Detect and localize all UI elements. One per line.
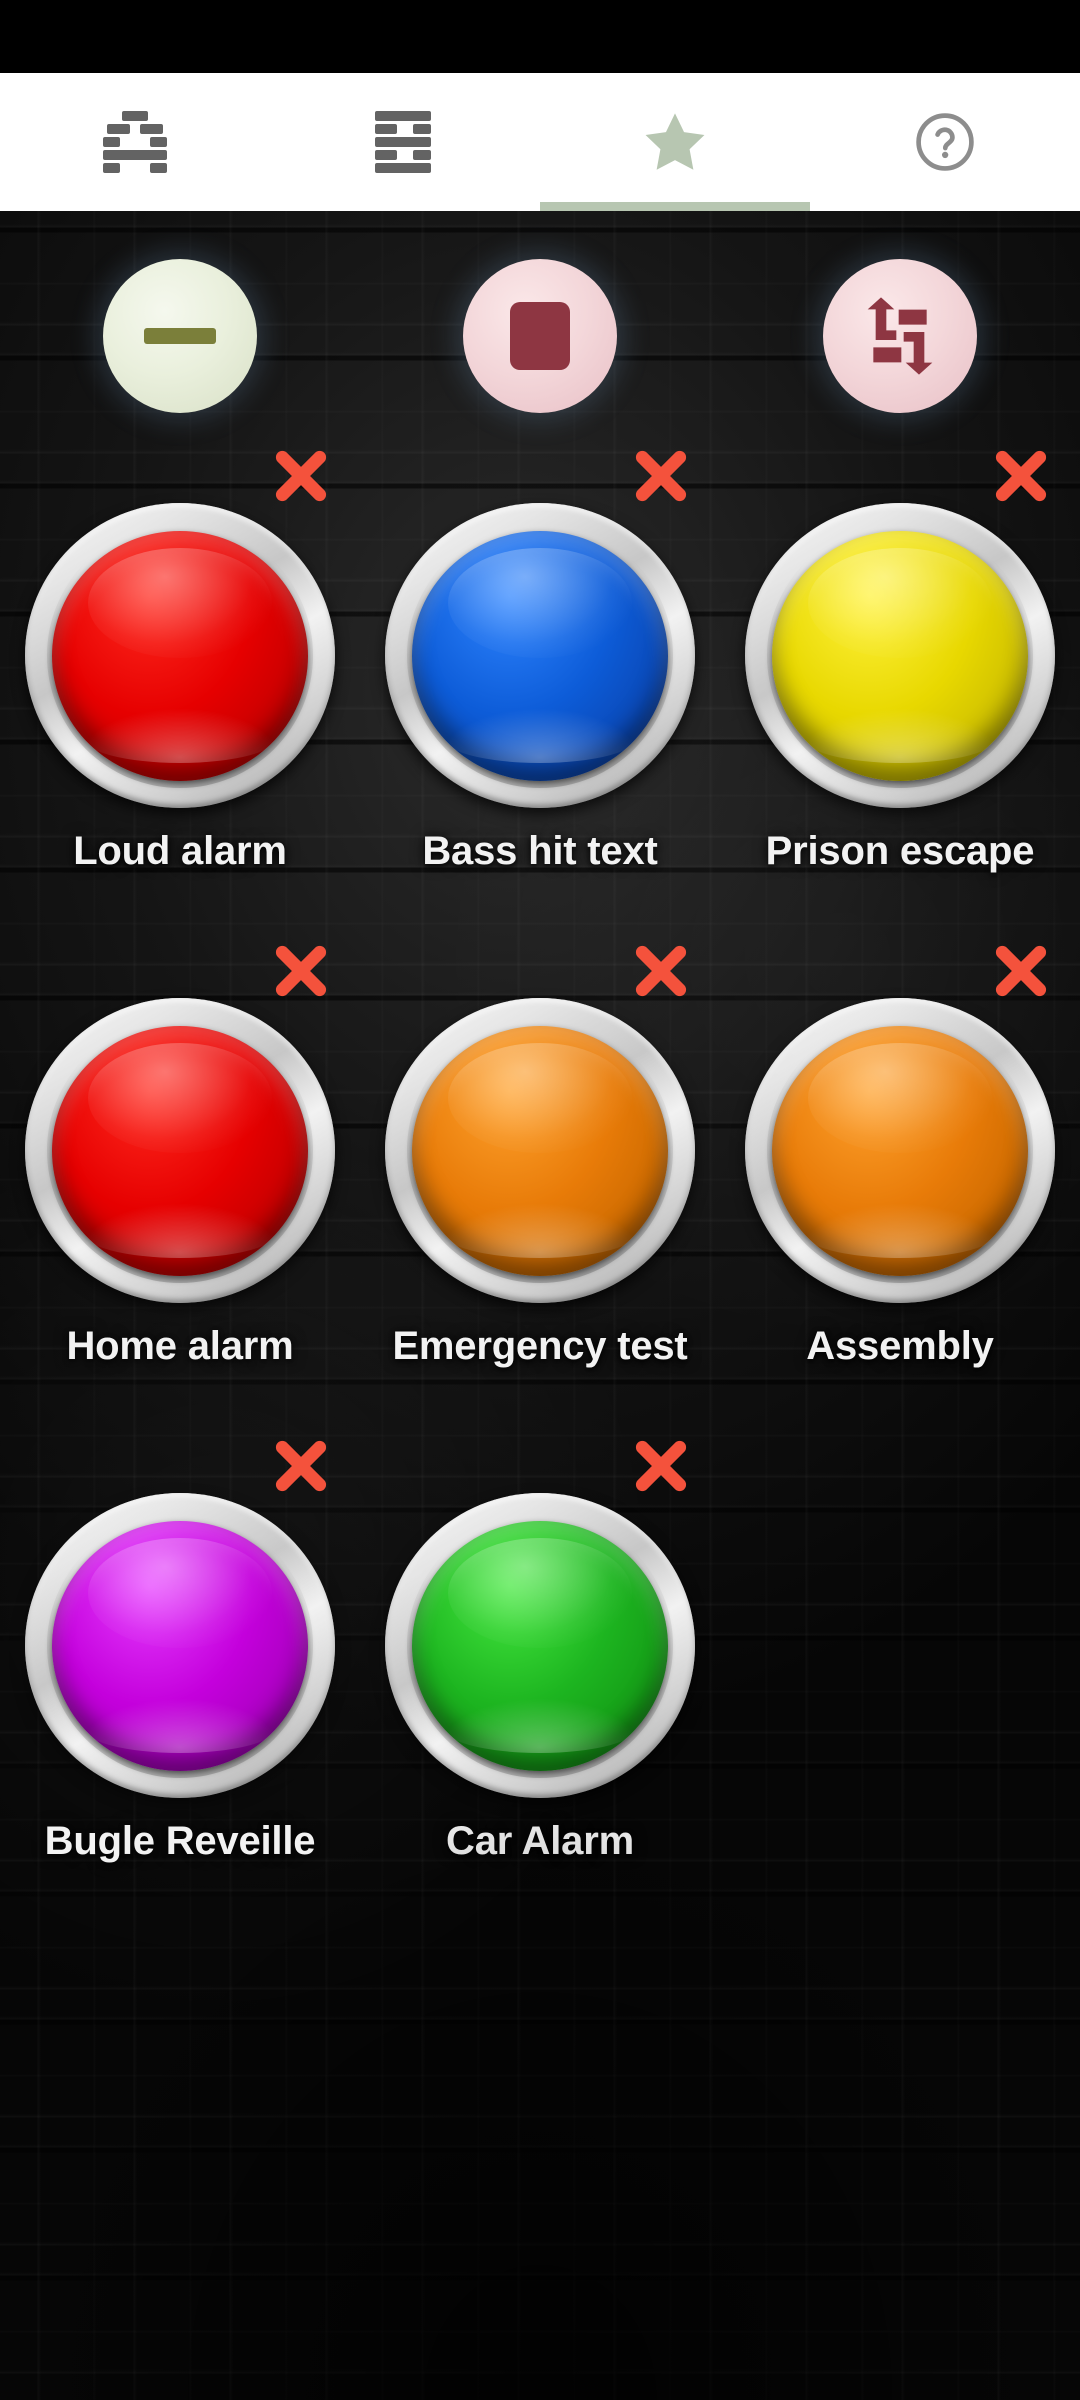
sound-button-dome: [772, 530, 1028, 781]
sound-row: Loud alarm Bass hit text Prison escape: [0, 441, 1080, 936]
sound-cell: Bugle Reveille: [0, 1431, 360, 1926]
status-bar: [0, 0, 1080, 73]
stop-icon: [510, 302, 570, 370]
sound-button[interactable]: [25, 1493, 335, 1798]
brick-arch-icon: [103, 111, 167, 173]
sound-label: Emergency test: [392, 1324, 688, 1368]
sound-button-dome: [52, 1520, 308, 1771]
sound-button[interactable]: [385, 1493, 695, 1798]
tab-tunnel[interactable]: [0, 73, 270, 211]
close-x-icon[interactable]: [626, 1431, 696, 1501]
close-x-icon[interactable]: [266, 936, 336, 1006]
sound-button-dome: [412, 1025, 668, 1276]
sound-label: Loud alarm: [73, 829, 287, 873]
sound-row: Bugle Reveille Car Alarm: [0, 1431, 1080, 1926]
sound-cell: Emergency test: [360, 936, 720, 1431]
close-x-icon[interactable]: [626, 441, 696, 511]
sound-cell: Car Alarm: [360, 1431, 720, 1926]
star-icon: [639, 107, 711, 177]
sound-label: Assembly: [806, 1324, 994, 1368]
sound-label: Car Alarm: [446, 1819, 634, 1863]
sound-grid: Loud alarm Bass hit text Prison escape H…: [0, 441, 1080, 1926]
minus-button[interactable]: [103, 259, 257, 413]
sound-cell: Prison escape: [720, 441, 1080, 936]
soundboard-background: Loud alarm Bass hit text Prison escape H…: [0, 211, 1080, 2400]
control-cell-minus: [0, 256, 360, 416]
sound-button[interactable]: [25, 998, 335, 1303]
close-x-icon[interactable]: [266, 1431, 336, 1501]
sound-button-dome: [52, 530, 308, 781]
stop-button[interactable]: [463, 259, 617, 413]
sound-label: Bass hit text: [422, 829, 658, 873]
sound-cell: Bass hit text: [360, 441, 720, 936]
sound-label: Prison escape: [765, 829, 1035, 873]
close-x-icon[interactable]: [986, 936, 1056, 1006]
tab-indicator: [540, 202, 810, 211]
sound-label: Bugle Reveille: [44, 1819, 316, 1863]
close-x-icon[interactable]: [986, 441, 1056, 511]
tab-bar: [0, 73, 1080, 211]
control-cell-stop: [360, 256, 720, 416]
sound-button-dome: [412, 530, 668, 781]
sound-button-dome: [772, 1025, 1028, 1276]
playback-controls: [0, 256, 1080, 416]
minus-icon: [144, 328, 216, 344]
sound-button[interactable]: [745, 503, 1055, 808]
sound-cell: Home alarm: [0, 936, 360, 1431]
repeat-button[interactable]: [823, 259, 977, 413]
tab-help[interactable]: [810, 73, 1080, 211]
tab-wall[interactable]: [270, 73, 540, 211]
close-x-icon[interactable]: [266, 441, 336, 511]
sound-button[interactable]: [385, 503, 695, 808]
app-root: Loud alarm Bass hit text Prison escape H…: [0, 0, 1080, 2400]
tab-favorites[interactable]: [540, 73, 810, 211]
sound-cell: Loud alarm: [0, 441, 360, 936]
sound-button-dome: [52, 1025, 308, 1276]
control-cell-repeat: [720, 256, 1080, 416]
help-circle-icon: [912, 109, 978, 175]
sound-button[interactable]: [25, 503, 335, 808]
sound-button[interactable]: [745, 998, 1055, 1303]
sound-button-dome: [412, 1520, 668, 1771]
sound-row: Home alarm Emergency test Assembly: [0, 936, 1080, 1431]
sound-button[interactable]: [385, 998, 695, 1303]
sound-label: Home alarm: [66, 1324, 294, 1368]
close-x-icon[interactable]: [626, 936, 696, 1006]
brick-wall-icon: [373, 111, 437, 173]
sound-cell: Assembly: [720, 936, 1080, 1431]
repeat-icon: [858, 296, 942, 376]
